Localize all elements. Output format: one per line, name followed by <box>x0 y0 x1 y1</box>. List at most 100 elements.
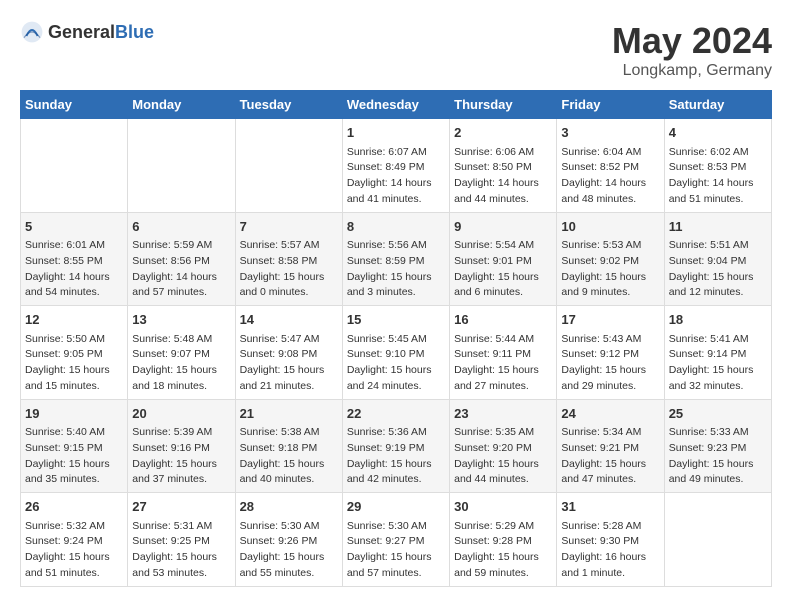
header-wednesday: Wednesday <box>342 91 449 119</box>
calendar-cell: 25Sunrise: 5:33 AMSunset: 9:23 PMDayligh… <box>664 399 771 493</box>
calendar-cell: 8Sunrise: 5:56 AMSunset: 8:59 PMDaylight… <box>342 212 449 306</box>
cell-content: Sunrise: 5:56 AMSunset: 8:59 PMDaylight:… <box>347 238 445 301</box>
page-header: GeneralBlue May 2024 Longkamp, Germany <box>20 20 772 80</box>
header-friday: Friday <box>557 91 664 119</box>
day-number: 26 <box>25 497 123 517</box>
calendar-cell: 28Sunrise: 5:30 AMSunset: 9:26 PMDayligh… <box>235 493 342 587</box>
calendar-cell: 7Sunrise: 5:57 AMSunset: 8:58 PMDaylight… <box>235 212 342 306</box>
calendar-cell: 18Sunrise: 5:41 AMSunset: 9:14 PMDayligh… <box>664 306 771 400</box>
calendar-cell: 13Sunrise: 5:48 AMSunset: 9:07 PMDayligh… <box>128 306 235 400</box>
cell-content: Sunrise: 5:41 AMSunset: 9:14 PMDaylight:… <box>669 332 767 395</box>
week-row-4: 19Sunrise: 5:40 AMSunset: 9:15 PMDayligh… <box>21 399 772 493</box>
header-row: SundayMondayTuesdayWednesdayThursdayFrid… <box>21 91 772 119</box>
cell-content: Sunrise: 6:04 AMSunset: 8:52 PMDaylight:… <box>561 145 659 208</box>
calendar-cell: 3Sunrise: 6:04 AMSunset: 8:52 PMDaylight… <box>557 119 664 213</box>
day-number: 7 <box>240 217 338 237</box>
cell-content: Sunrise: 5:33 AMSunset: 9:23 PMDaylight:… <box>669 425 767 488</box>
day-number: 4 <box>669 123 767 143</box>
day-number: 30 <box>454 497 552 517</box>
logo: GeneralBlue <box>20 20 154 44</box>
calendar-cell: 10Sunrise: 5:53 AMSunset: 9:02 PMDayligh… <box>557 212 664 306</box>
calendar-cell <box>664 493 771 587</box>
cell-content: Sunrise: 5:50 AMSunset: 9:05 PMDaylight:… <box>25 332 123 395</box>
day-number: 17 <box>561 310 659 330</box>
cell-content: Sunrise: 5:43 AMSunset: 9:12 PMDaylight:… <box>561 332 659 395</box>
calendar-cell: 31Sunrise: 5:28 AMSunset: 9:30 PMDayligh… <box>557 493 664 587</box>
header-sunday: Sunday <box>21 91 128 119</box>
day-number: 24 <box>561 404 659 424</box>
calendar-cell: 1Sunrise: 6:07 AMSunset: 8:49 PMDaylight… <box>342 119 449 213</box>
calendar-cell: 14Sunrise: 5:47 AMSunset: 9:08 PMDayligh… <box>235 306 342 400</box>
calendar-cell: 11Sunrise: 5:51 AMSunset: 9:04 PMDayligh… <box>664 212 771 306</box>
cell-content: Sunrise: 5:54 AMSunset: 9:01 PMDaylight:… <box>454 238 552 301</box>
cell-content: Sunrise: 6:07 AMSunset: 8:49 PMDaylight:… <box>347 145 445 208</box>
calendar-cell: 16Sunrise: 5:44 AMSunset: 9:11 PMDayligh… <box>450 306 557 400</box>
day-number: 12 <box>25 310 123 330</box>
cell-content: Sunrise: 5:53 AMSunset: 9:02 PMDaylight:… <box>561 238 659 301</box>
calendar-cell: 23Sunrise: 5:35 AMSunset: 9:20 PMDayligh… <box>450 399 557 493</box>
day-number: 27 <box>132 497 230 517</box>
day-number: 13 <box>132 310 230 330</box>
header-tuesday: Tuesday <box>235 91 342 119</box>
cell-content: Sunrise: 5:39 AMSunset: 9:16 PMDaylight:… <box>132 425 230 488</box>
cell-content: Sunrise: 6:02 AMSunset: 8:53 PMDaylight:… <box>669 145 767 208</box>
cell-content: Sunrise: 5:38 AMSunset: 9:18 PMDaylight:… <box>240 425 338 488</box>
calendar-cell: 6Sunrise: 5:59 AMSunset: 8:56 PMDaylight… <box>128 212 235 306</box>
logo-icon <box>20 20 44 44</box>
week-row-2: 5Sunrise: 6:01 AMSunset: 8:55 PMDaylight… <box>21 212 772 306</box>
calendar-cell: 5Sunrise: 6:01 AMSunset: 8:55 PMDaylight… <box>21 212 128 306</box>
week-row-5: 26Sunrise: 5:32 AMSunset: 9:24 PMDayligh… <box>21 493 772 587</box>
calendar-cell: 29Sunrise: 5:30 AMSunset: 9:27 PMDayligh… <box>342 493 449 587</box>
cell-content: Sunrise: 5:28 AMSunset: 9:30 PMDaylight:… <box>561 519 659 582</box>
cell-content: Sunrise: 5:47 AMSunset: 9:08 PMDaylight:… <box>240 332 338 395</box>
day-number: 3 <box>561 123 659 143</box>
week-row-3: 12Sunrise: 5:50 AMSunset: 9:05 PMDayligh… <box>21 306 772 400</box>
day-number: 18 <box>669 310 767 330</box>
day-number: 6 <box>132 217 230 237</box>
day-number: 10 <box>561 217 659 237</box>
logo-blue: Blue <box>115 22 154 42</box>
cell-content: Sunrise: 5:29 AMSunset: 9:28 PMDaylight:… <box>454 519 552 582</box>
calendar-cell: 27Sunrise: 5:31 AMSunset: 9:25 PMDayligh… <box>128 493 235 587</box>
calendar-cell: 24Sunrise: 5:34 AMSunset: 9:21 PMDayligh… <box>557 399 664 493</box>
day-number: 25 <box>669 404 767 424</box>
day-number: 16 <box>454 310 552 330</box>
calendar-cell: 30Sunrise: 5:29 AMSunset: 9:28 PMDayligh… <box>450 493 557 587</box>
day-number: 14 <box>240 310 338 330</box>
cell-content: Sunrise: 5:59 AMSunset: 8:56 PMDaylight:… <box>132 238 230 301</box>
calendar-cell: 26Sunrise: 5:32 AMSunset: 9:24 PMDayligh… <box>21 493 128 587</box>
day-number: 1 <box>347 123 445 143</box>
day-number: 8 <box>347 217 445 237</box>
calendar-cell: 2Sunrise: 6:06 AMSunset: 8:50 PMDaylight… <box>450 119 557 213</box>
logo-text: GeneralBlue <box>48 25 154 42</box>
cell-content: Sunrise: 5:32 AMSunset: 9:24 PMDaylight:… <box>25 519 123 582</box>
header-saturday: Saturday <box>664 91 771 119</box>
title-block: May 2024 Longkamp, Germany <box>612 20 772 80</box>
logo-general: General <box>48 22 115 42</box>
header-monday: Monday <box>128 91 235 119</box>
calendar-cell <box>21 119 128 213</box>
cell-content: Sunrise: 6:01 AMSunset: 8:55 PMDaylight:… <box>25 238 123 301</box>
day-number: 9 <box>454 217 552 237</box>
cell-content: Sunrise: 5:30 AMSunset: 9:26 PMDaylight:… <box>240 519 338 582</box>
calendar-cell: 19Sunrise: 5:40 AMSunset: 9:15 PMDayligh… <box>21 399 128 493</box>
calendar-cell: 21Sunrise: 5:38 AMSunset: 9:18 PMDayligh… <box>235 399 342 493</box>
calendar-cell: 12Sunrise: 5:50 AMSunset: 9:05 PMDayligh… <box>21 306 128 400</box>
day-number: 20 <box>132 404 230 424</box>
cell-content: Sunrise: 5:36 AMSunset: 9:19 PMDaylight:… <box>347 425 445 488</box>
header-thursday: Thursday <box>450 91 557 119</box>
day-number: 11 <box>669 217 767 237</box>
main-title: May 2024 <box>612 20 772 62</box>
calendar-cell: 22Sunrise: 5:36 AMSunset: 9:19 PMDayligh… <box>342 399 449 493</box>
day-number: 31 <box>561 497 659 517</box>
cell-content: Sunrise: 5:51 AMSunset: 9:04 PMDaylight:… <box>669 238 767 301</box>
day-number: 15 <box>347 310 445 330</box>
cell-content: Sunrise: 5:57 AMSunset: 8:58 PMDaylight:… <box>240 238 338 301</box>
cell-content: Sunrise: 5:40 AMSunset: 9:15 PMDaylight:… <box>25 425 123 488</box>
calendar-cell: 4Sunrise: 6:02 AMSunset: 8:53 PMDaylight… <box>664 119 771 213</box>
day-number: 2 <box>454 123 552 143</box>
cell-content: Sunrise: 5:44 AMSunset: 9:11 PMDaylight:… <box>454 332 552 395</box>
calendar-cell: 9Sunrise: 5:54 AMSunset: 9:01 PMDaylight… <box>450 212 557 306</box>
cell-content: Sunrise: 6:06 AMSunset: 8:50 PMDaylight:… <box>454 145 552 208</box>
cell-content: Sunrise: 5:48 AMSunset: 9:07 PMDaylight:… <box>132 332 230 395</box>
